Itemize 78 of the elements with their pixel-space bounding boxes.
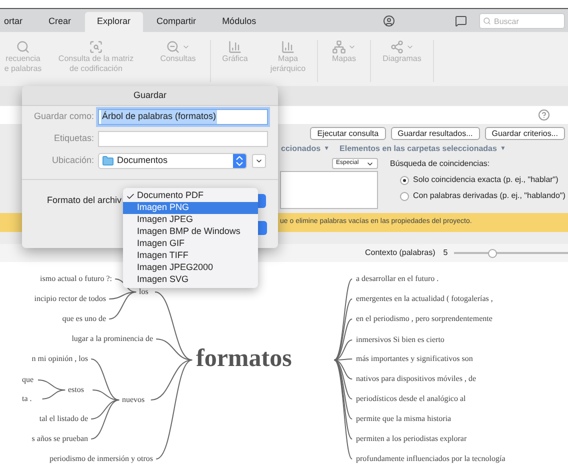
dialog-title: Guardar	[133, 88, 167, 102]
menu-item[interactable]: Imagen TIFF	[123, 250, 258, 262]
branch-phrase: que	[22, 374, 34, 386]
text-field[interactable]: Árbol de palabras (formatos)	[98, 109, 268, 125]
branch-phrase: lugar a la prominencia de	[72, 333, 153, 345]
field-label: Ubicación:	[50, 154, 94, 168]
help-icon[interactable]	[538, 109, 550, 121]
text-field[interactable]	[98, 131, 268, 147]
ribbon-tab[interactable]: Módulos	[210, 12, 268, 32]
location-popup[interactable]: Documentos	[98, 153, 247, 169]
menu-item[interactable]: Imagen JPEG	[123, 214, 258, 226]
root-word: formatos	[196, 346, 292, 371]
context-value: 5	[443, 247, 448, 259]
radio-label: Con palabras derivadas (p. ej., "hablando")	[413, 190, 566, 202]
ribbon-tab[interactable]: ortar	[0, 12, 35, 32]
context-slider[interactable]	[454, 248, 568, 258]
match-label: Búsqueda de coincidencias:	[390, 158, 491, 170]
branch-phrase: los	[139, 286, 148, 298]
branch-phrase: s años se prueban	[32, 433, 88, 445]
comment-icon[interactable]	[455, 15, 467, 27]
stepper-icon	[233, 154, 246, 168]
search-icon	[89, 40, 103, 54]
branch-phrase: profundamente influenciados por la tecnología	[356, 453, 506, 465]
account-icon[interactable]	[383, 15, 395, 27]
radio-button[interactable]	[400, 192, 409, 200]
search-icon	[483, 17, 491, 25]
caret-icon	[406, 43, 414, 51]
field-label: Guardar como:	[32, 110, 94, 124]
branch-phrase: emergentes en la actualidad ( fotogalerías ,	[356, 293, 493, 305]
caret-icon	[348, 43, 356, 51]
branch-phrase: tal el listado de	[39, 413, 88, 425]
branch-phrase: ta .	[22, 393, 32, 405]
radio-label: Solo coincidencia exacta (p. ej., "hablar")	[413, 174, 558, 186]
branch-phrase: n mi opinión , los	[32, 353, 88, 365]
ribbon-tab[interactable]: Explorar	[85, 12, 143, 32]
branch-phrase: más importantes y significativos son	[356, 353, 473, 365]
branch-phrase: que es uno de	[62, 313, 106, 325]
branch-phrase: ismo actual o futuro ?:	[40, 273, 112, 285]
ribbon-tab[interactable]: Crear	[36, 12, 84, 32]
slider-thumb[interactable]	[488, 248, 497, 258]
field-label: Etiquetas:	[52, 132, 94, 146]
branch-phrase: inmersivos Si bien es cierto	[356, 334, 444, 346]
branch-phrase: incipio rector de todos	[34, 293, 106, 305]
network-icon	[390, 40, 404, 54]
radio-button[interactable]	[400, 176, 409, 184]
query-button[interactable]: Ejecutar consulta	[310, 126, 386, 140]
query-button[interactable]: Guardar resultados...	[390, 126, 480, 140]
caret-icon	[182, 43, 190, 51]
menu-item[interactable]: Imagen PNG	[123, 202, 258, 214]
bar-chart-icon	[281, 40, 295, 54]
branch-phrase: permite que la misma historia	[356, 413, 452, 425]
branch-phrase: periodísticos desde el analógico al	[356, 393, 466, 405]
caret-icon	[255, 157, 263, 165]
branch-phrase: periodismo de inmersión y otros	[49, 453, 153, 465]
bar-chart-icon	[228, 40, 242, 54]
branch-phrase: nuevos	[122, 394, 145, 406]
branch-phrase: nativos para dispositivos móviles , de	[356, 373, 476, 385]
search-field[interactable]: Buscar	[479, 13, 565, 29]
format-label: Formato del archiv	[47, 194, 122, 208]
search-icon	[16, 40, 30, 54]
hierarchy-icon	[332, 40, 346, 54]
check-icon	[126, 192, 134, 200]
menu-item[interactable]: Imagen SVG	[123, 274, 258, 286]
ribbon-tab[interactable]: Compartir	[144, 12, 208, 32]
menu-item[interactable]: Imagen JPEG2000	[123, 262, 258, 274]
branch-phrase: en el periodismo , pero sorprendentemente	[356, 313, 492, 325]
menu-item[interactable]: Imagen GIF	[123, 238, 258, 250]
menu-item[interactable]: Imagen BMP de Windows	[123, 226, 258, 238]
menu-item[interactable]: Documento PDF	[123, 190, 258, 202]
context-label: Contexto (palabras)	[365, 247, 436, 259]
zoom-out-icon	[166, 40, 180, 54]
folder-icon	[102, 155, 114, 167]
branch-phrase: a desarrollar en el futuro .	[356, 273, 439, 285]
expand-button[interactable]	[252, 154, 266, 168]
branch-phrase: permiten a los periodistas explorar	[356, 433, 467, 445]
query-button[interactable]: Guardar criterios...	[484, 126, 565, 140]
text-area[interactable]	[280, 171, 378, 209]
branch-phrase: estos	[68, 384, 84, 396]
